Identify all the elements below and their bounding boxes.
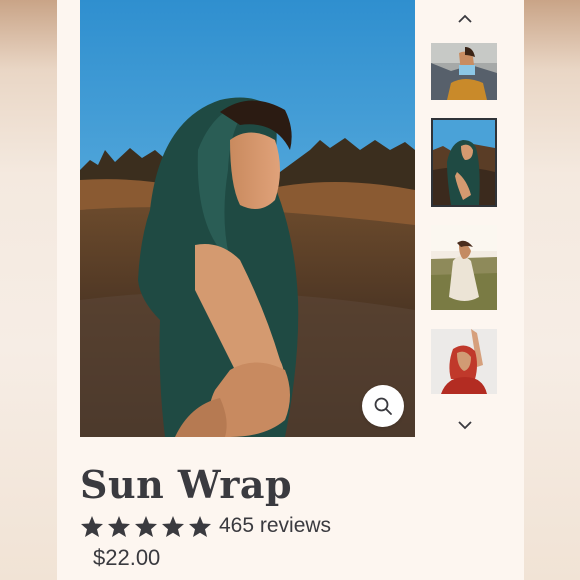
magnifier-icon xyxy=(373,396,393,416)
thumbnail-carousel xyxy=(430,0,500,437)
star-icon xyxy=(134,515,158,538)
thumbnail-1[interactable] xyxy=(431,43,497,100)
carousel-up-button[interactable] xyxy=(450,7,480,27)
star-icon xyxy=(107,515,131,538)
product-page: Sun Wrap 465 reviews $22.00 xyxy=(57,0,524,580)
main-product-image[interactable] xyxy=(80,0,415,437)
product-title: Sun Wrap xyxy=(80,462,293,507)
zoom-button[interactable] xyxy=(362,385,404,427)
star-icon xyxy=(80,515,104,538)
product-price: $22.00 xyxy=(93,545,161,570)
star-icon xyxy=(161,515,185,538)
carousel-down-button[interactable] xyxy=(450,414,480,434)
thumbnail-4[interactable] xyxy=(431,329,497,394)
product-rating[interactable]: 465 reviews xyxy=(80,514,331,538)
thumbnail-2[interactable] xyxy=(431,118,497,207)
review-count-link[interactable]: 465 reviews xyxy=(219,514,331,538)
chevron-up-icon xyxy=(458,8,472,27)
chevron-down-icon xyxy=(458,415,472,434)
thumbnail-3[interactable] xyxy=(431,225,497,310)
main-photo xyxy=(80,0,415,437)
star-rating xyxy=(80,515,212,538)
star-icon xyxy=(188,515,212,538)
